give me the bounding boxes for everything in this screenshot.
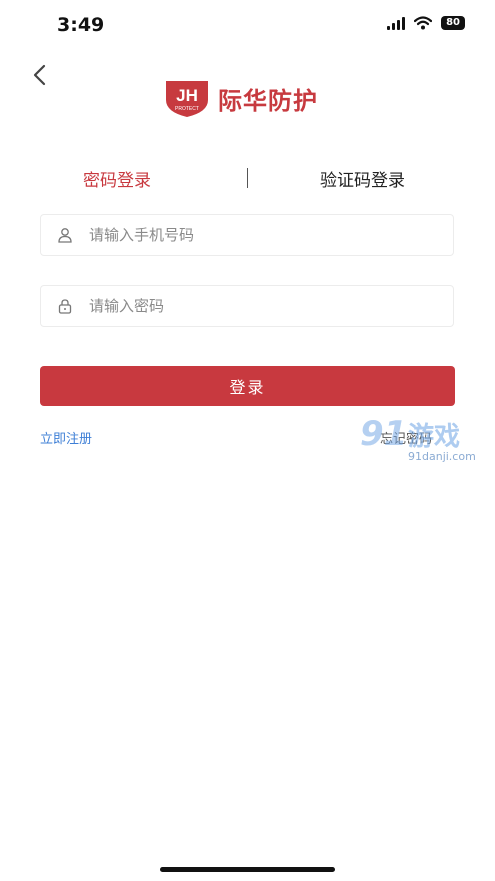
phone-input[interactable]	[87, 225, 453, 245]
brand-shield-icon: JH PROTECT	[166, 81, 208, 117]
brand-logo: JH PROTECT 际华防护	[162, 78, 318, 118]
login-button[interactable]: 登录	[40, 366, 455, 406]
wifi-icon	[414, 16, 433, 30]
svg-text:JH: JH	[176, 86, 198, 105]
home-indicator	[160, 867, 335, 872]
battery-icon: 80	[441, 16, 465, 30]
phone-field[interactable]	[40, 214, 454, 256]
register-link[interactable]: 立即注册	[40, 428, 92, 447]
tab-divider	[247, 168, 248, 188]
watermark-url: 91danji.com	[408, 450, 476, 463]
status-bar: 3:49 80	[0, 0, 495, 52]
tab-code-login[interactable]: 验证码登录	[320, 166, 405, 191]
back-chevron-icon[interactable]	[28, 62, 52, 88]
login-tabs: 密码登录 验证码登录	[40, 160, 455, 196]
password-input[interactable]	[87, 296, 453, 316]
password-field[interactable]	[40, 285, 454, 327]
status-icons: 80	[387, 16, 465, 30]
user-icon	[57, 227, 73, 243]
brand-name: 际华防护	[218, 86, 318, 115]
lock-icon	[57, 298, 73, 314]
svg-text:PROTECT: PROTECT	[175, 106, 199, 112]
tab-password-login[interactable]: 密码登录	[83, 166, 151, 191]
status-time: 3:49	[57, 14, 105, 36]
signal-icon	[387, 16, 406, 30]
forgot-password-link[interactable]: 忘记密码	[380, 428, 432, 447]
